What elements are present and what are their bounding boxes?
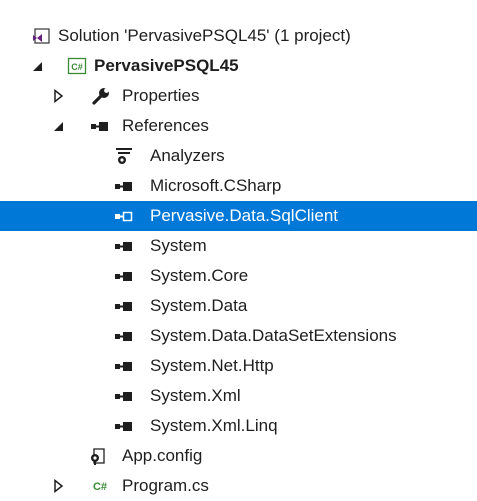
reference-label: Pervasive.Data.SqlClient xyxy=(150,206,339,225)
project-label: PervasivePSQL45 xyxy=(94,56,239,75)
tree-item-appconfig[interactable]: App.config xyxy=(0,441,477,471)
config-file-icon xyxy=(89,446,109,466)
reference-icon xyxy=(114,206,134,226)
collapsed-arrow-icon[interactable] xyxy=(52,89,66,103)
tree-item-reference[interactable]: System.Xml xyxy=(0,381,477,411)
csharp-file-icon: C# xyxy=(89,476,109,496)
tree-item-reference[interactable]: System.Core xyxy=(0,261,477,291)
program-label: Program.cs xyxy=(122,476,209,495)
reference-icon xyxy=(114,416,134,436)
collapsed-arrow-icon[interactable] xyxy=(52,479,66,493)
reference-icon xyxy=(114,356,134,376)
analyzers-icon xyxy=(114,146,134,166)
reference-icon xyxy=(114,266,134,286)
project-badge: C# xyxy=(71,62,83,72)
tree-item-program[interactable]: C# Program.cs xyxy=(0,471,477,501)
reference-label: System.Core xyxy=(150,266,249,285)
tree-item-reference[interactable]: System.Net.Http xyxy=(0,351,477,381)
reference-icon xyxy=(114,236,134,256)
tree-item-reference[interactable]: Microsoft.CSharp xyxy=(0,171,477,201)
appconfig-label: App.config xyxy=(122,446,203,465)
tree-item-properties[interactable]: Properties xyxy=(0,81,477,111)
tree-item-project[interactable]: C# PervasivePSQL45 xyxy=(0,51,477,81)
tree-item-reference[interactable]: Pervasive.Data.SqlClient xyxy=(0,201,477,231)
tree-item-reference[interactable]: System xyxy=(0,231,477,261)
reference-label: System.Net.Http xyxy=(150,356,274,375)
references-icon xyxy=(90,116,110,136)
program-badge: C# xyxy=(93,481,107,493)
reference-label: System xyxy=(150,236,207,255)
reference-label: System.Xml.Linq xyxy=(150,416,278,435)
tree-item-reference[interactable]: Analyzers xyxy=(0,141,477,171)
tree-item-references[interactable]: References xyxy=(0,111,477,141)
reference-icon xyxy=(114,326,134,346)
reference-label: Analyzers xyxy=(150,146,225,165)
references-label: References xyxy=(122,116,209,135)
reference-label: System.Data.DataSetExtensions xyxy=(150,326,397,345)
expanded-arrow-icon[interactable] xyxy=(52,119,66,133)
reference-label: Microsoft.CSharp xyxy=(150,176,282,195)
tree-item-reference[interactable]: System.Xml.Linq xyxy=(0,411,477,441)
tree-item-reference[interactable]: System.Data.DataSetExtensions xyxy=(0,321,477,351)
tree-item-reference[interactable]: System.Data xyxy=(0,291,477,321)
wrench-icon xyxy=(91,86,111,106)
solution-icon xyxy=(31,26,51,46)
tree-item-solution[interactable]: Solution 'PervasivePSQL45' (1 project) xyxy=(0,21,477,51)
reference-icon xyxy=(114,386,134,406)
csharp-project-icon: C# xyxy=(67,56,87,76)
reference-label: System.Data xyxy=(150,296,248,315)
reference-icon xyxy=(114,296,134,316)
properties-label: Properties xyxy=(122,86,200,105)
reference-label: System.Xml xyxy=(150,386,241,405)
expanded-arrow-icon[interactable] xyxy=(31,59,45,73)
reference-icon xyxy=(114,176,134,196)
solution-label: Solution 'PervasivePSQL45' (1 project) xyxy=(58,26,351,45)
